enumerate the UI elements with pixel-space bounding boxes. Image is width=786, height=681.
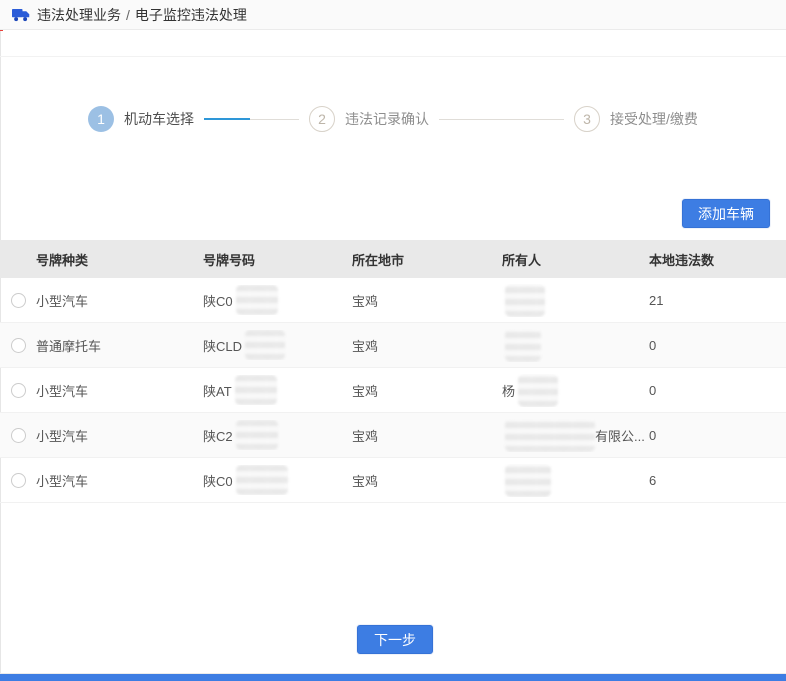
step-2-label: 违法记录确认 bbox=[345, 109, 429, 129]
radio-cell bbox=[0, 428, 36, 443]
radio-cell bbox=[0, 473, 36, 488]
vehicle-radio[interactable] bbox=[11, 338, 26, 353]
step-1-label: 机动车选择 bbox=[124, 109, 194, 129]
progress-line-rest bbox=[250, 119, 299, 120]
plate-prefix-text: 陕AT bbox=[203, 381, 232, 400]
violations-cell: 0 bbox=[649, 428, 786, 443]
vehicle-radio[interactable] bbox=[11, 428, 26, 443]
violations-cell: 21 bbox=[649, 293, 786, 308]
owner-cell: 杨 bbox=[502, 374, 649, 407]
plate-number-cell: 陕CLD bbox=[203, 330, 352, 360]
step-connector-1 bbox=[204, 118, 299, 120]
breadcrumb: 违法处理业务 / 电子监控违法处理 bbox=[0, 0, 786, 30]
redaction-blur bbox=[236, 285, 278, 315]
plate-type-cell: 小型汽车 bbox=[36, 426, 203, 445]
header-plate-type: 号牌种类 bbox=[36, 250, 203, 269]
radio-cell bbox=[0, 338, 36, 353]
redaction-blur bbox=[505, 329, 541, 362]
plate-type-cell: 小型汽车 bbox=[36, 291, 203, 310]
plate-prefix-text: 陕C2 bbox=[203, 426, 233, 445]
owner-suffix-text: 有限公... bbox=[595, 426, 645, 445]
plate-prefix-text: 陕C0 bbox=[203, 471, 233, 490]
redaction-blur bbox=[236, 465, 288, 495]
step-vehicle-select: 1 机动车选择 bbox=[88, 106, 194, 132]
table-row[interactable]: 小型汽车 陕AT 宝鸡 杨 0 bbox=[0, 368, 786, 413]
step-violation-confirm: 2 违法记录确认 bbox=[309, 106, 429, 132]
plate-type-cell: 小型汽车 bbox=[36, 471, 203, 490]
redaction-blur bbox=[236, 420, 278, 450]
footer-accent-bar bbox=[0, 673, 786, 681]
redaction-blur bbox=[245, 330, 285, 360]
table-row[interactable]: 小型汽车 陕C0 宝鸡 6 bbox=[0, 458, 786, 503]
vehicle-radio[interactable] bbox=[11, 473, 26, 488]
progress-line-done bbox=[204, 118, 250, 120]
violations-cell: 6 bbox=[649, 473, 786, 488]
redaction-blur bbox=[505, 419, 595, 452]
city-cell: 宝鸡 bbox=[352, 426, 502, 445]
step-3-circle: 3 bbox=[574, 106, 600, 132]
vehicle-radio[interactable] bbox=[11, 293, 26, 308]
city-cell: 宝鸡 bbox=[352, 471, 502, 490]
violations-cell: 0 bbox=[649, 383, 786, 398]
owner-cell: 有限公... bbox=[502, 419, 649, 452]
table-row[interactable]: 小型汽车 陕C0 宝鸡 21 bbox=[0, 278, 786, 323]
owner-cell bbox=[502, 329, 649, 362]
vehicle-radio[interactable] bbox=[11, 383, 26, 398]
radio-cell bbox=[0, 383, 36, 398]
plate-number-cell: 陕AT bbox=[203, 375, 352, 405]
step-1-circle: 1 bbox=[88, 106, 114, 132]
redaction-blur bbox=[505, 284, 545, 317]
table-header-row: 号牌种类 号牌号码 所在地市 所有人 本地违法数 bbox=[0, 240, 786, 278]
owner-cell bbox=[502, 464, 649, 497]
step-accept-pay: 3 接受处理/缴费 bbox=[574, 106, 698, 132]
wizard-stepper: 1 机动车选择 2 违法记录确认 3 接受处理/缴费 bbox=[88, 106, 698, 132]
owner-prefix-text: 杨 bbox=[502, 381, 515, 400]
city-cell: 宝鸡 bbox=[352, 291, 502, 310]
progress-line-pending bbox=[439, 119, 564, 120]
violation-processing-page: 违法处理业务 / 电子监控违法处理 1 机动车选择 2 违法记录确认 3 接受 bbox=[0, 0, 786, 681]
breadcrumb-current: 电子监控违法处理 bbox=[135, 5, 247, 25]
wizard-stepper-section: 1 机动车选择 2 违法记录确认 3 接受处理/缴费 bbox=[0, 56, 786, 181]
header-city: 所在地市 bbox=[352, 250, 502, 269]
truck-icon bbox=[12, 8, 30, 22]
plate-prefix-text: 陕CLD bbox=[203, 336, 242, 355]
plate-number-cell: 陕C2 bbox=[203, 420, 352, 450]
header-local-violations: 本地违法数 bbox=[649, 250, 786, 269]
radio-cell bbox=[0, 293, 36, 308]
step-connector-2 bbox=[439, 119, 564, 120]
city-cell: 宝鸡 bbox=[352, 381, 502, 400]
header-owner: 所有人 bbox=[502, 250, 649, 269]
breadcrumb-section[interactable]: 违法处理业务 bbox=[37, 5, 121, 25]
city-cell: 宝鸡 bbox=[352, 336, 502, 355]
plate-type-cell: 普通摩托车 bbox=[36, 336, 203, 355]
plate-number-cell: 陕C0 bbox=[203, 285, 352, 315]
header-plate-number: 号牌号码 bbox=[203, 250, 352, 269]
add-vehicle-button[interactable]: 添加车辆 bbox=[682, 199, 770, 228]
owner-cell bbox=[502, 284, 649, 317]
plate-type-cell: 小型汽车 bbox=[36, 381, 203, 400]
plate-number-cell: 陕C0 bbox=[203, 465, 352, 495]
step-3-label: 接受处理/缴费 bbox=[610, 109, 698, 129]
violations-cell: 0 bbox=[649, 338, 786, 353]
redaction-blur bbox=[518, 374, 558, 407]
redaction-blur bbox=[505, 464, 551, 497]
breadcrumb-separator: / bbox=[126, 7, 130, 23]
next-step-button[interactable]: 下一步 bbox=[357, 625, 433, 654]
table-row[interactable]: 普通摩托车 陕CLD 宝鸡 0 bbox=[0, 323, 786, 368]
vehicle-table: 号牌种类 号牌号码 所在地市 所有人 本地违法数 小型汽车 陕C0 宝鸡 21 … bbox=[0, 240, 786, 503]
table-row[interactable]: 小型汽车 陕C2 宝鸡 有限公... 0 bbox=[0, 413, 786, 458]
plate-prefix-text: 陕C0 bbox=[203, 291, 233, 310]
redaction-blur bbox=[235, 375, 277, 405]
step-2-circle: 2 bbox=[309, 106, 335, 132]
